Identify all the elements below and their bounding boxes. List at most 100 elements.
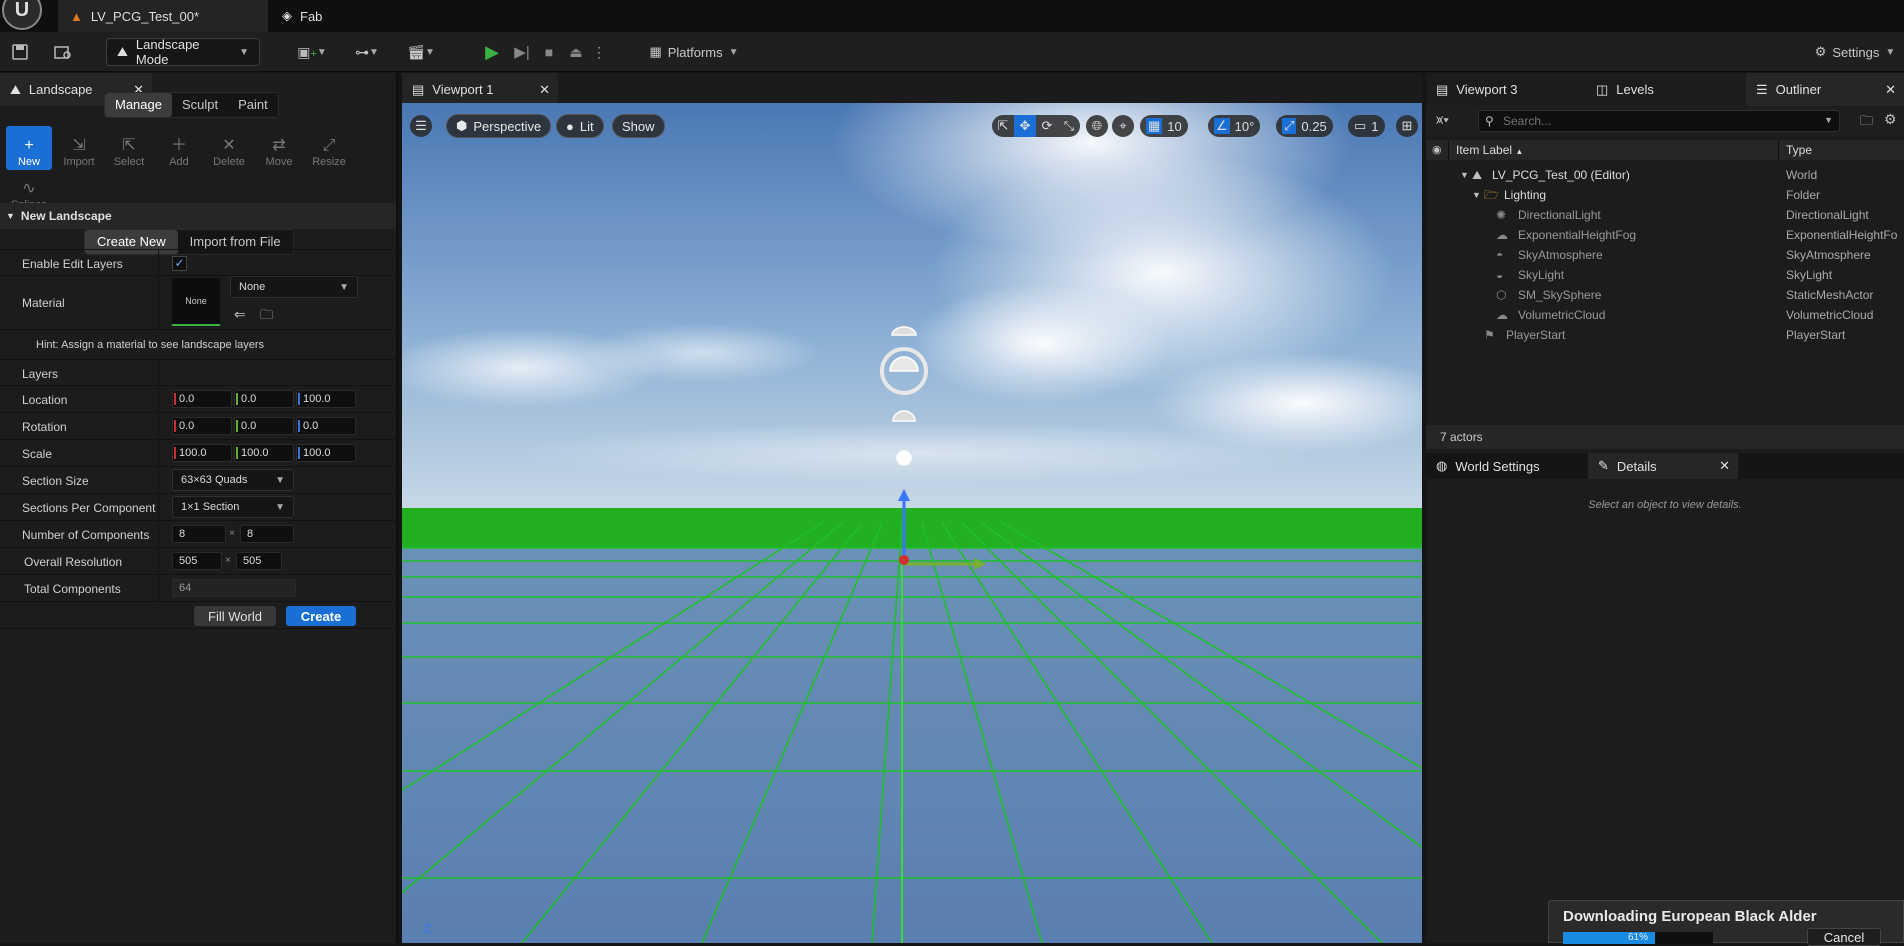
- tab-details[interactable]: ✎ Details ✕: [1588, 453, 1738, 479]
- outliner-row-world[interactable]: ▼ ⛰ LV_PCG_Test_00 (Editor) World: [1426, 165, 1904, 185]
- right-panel: ▤ Viewport 3 ◫ Levels ☰ Outliner ✕ ⩙▾ ⚲ …: [1426, 73, 1904, 943]
- outliner-row[interactable]: ✺ DirectionalLight DirectionalLight: [1426, 205, 1904, 225]
- tool-add[interactable]: ＋ Add: [156, 126, 202, 170]
- blueprint-icon[interactable]: ⊶ ▼: [348, 38, 386, 66]
- outliner-row[interactable]: ◒ SkyLight SkyLight: [1426, 265, 1904, 285]
- add-actor-icon[interactable]: ▣+ ▼: [292, 38, 332, 66]
- eye-icon[interactable]: ◉: [1432, 143, 1442, 156]
- play-options-icon[interactable]: ⋮: [592, 38, 606, 66]
- content-browser-icon[interactable]: [50, 38, 76, 66]
- world-local-icon[interactable]: 🌐︎: [1086, 115, 1108, 137]
- section-size-dropdown[interactable]: 63×63 Quads ▼: [172, 469, 294, 491]
- scale-snap-button[interactable]: ⤢ 0.25: [1276, 115, 1333, 137]
- tab-world-settings[interactable]: ◍ World Settings: [1426, 453, 1586, 479]
- sections-per-component-dropdown[interactable]: 1×1 Section ▼: [172, 496, 294, 518]
- camera-speed-button[interactable]: ▭ 1: [1348, 115, 1385, 137]
- cancel-button[interactable]: Cancel: [1807, 928, 1881, 946]
- tool-import[interactable]: ⇲ Import: [56, 126, 102, 170]
- use-selected-icon[interactable]: ⇐: [234, 306, 246, 323]
- tab-level[interactable]: ▲ LV_PCG_Test_00*: [58, 0, 268, 32]
- filter-icon[interactable]: ⩙▾: [1436, 112, 1449, 128]
- tool-move[interactable]: ⇄ Move: [256, 126, 302, 170]
- tab-fab[interactable]: ◈ Fab: [270, 0, 334, 32]
- settings-button[interactable]: ⚙ Settings ▼: [1810, 38, 1900, 66]
- resolution-y-field[interactable]: 505: [236, 552, 282, 570]
- chevron-down-icon[interactable]: ▼: [1824, 115, 1833, 125]
- rotation-z-field[interactable]: 0.0: [296, 417, 356, 435]
- enable-edit-layers-checkbox[interactable]: ✓: [172, 256, 187, 271]
- move-mode-icon[interactable]: ✥: [1014, 115, 1036, 137]
- rotate-mode-icon[interactable]: ⟳: [1036, 115, 1058, 137]
- rotation-x-field[interactable]: 0.0: [172, 417, 232, 435]
- rotation-snap-button[interactable]: ∠ 10°: [1208, 115, 1261, 137]
- scale-y-field[interactable]: 100.0: [234, 444, 294, 462]
- fill-world-button[interactable]: Fill World: [194, 606, 276, 626]
- close-icon[interactable]: ✕: [539, 82, 550, 98]
- outliner-row[interactable]: ⚑ PlayerStart PlayerStart: [1426, 325, 1904, 345]
- gear-icon[interactable]: ⚙: [1884, 111, 1897, 128]
- perspective-button[interactable]: ⬢ Perspective: [446, 114, 552, 138]
- search-input[interactable]: [1503, 113, 1803, 129]
- tab-viewport-3[interactable]: ▤ Viewport 3: [1426, 73, 1586, 106]
- search-box[interactable]: ⚲ ▼: [1478, 110, 1840, 132]
- platforms-button[interactable]: ▦ Platforms ▼: [644, 38, 744, 66]
- tab-levels[interactable]: ◫ Levels: [1586, 73, 1746, 106]
- components-x-value: 8: [179, 528, 186, 540]
- tab-manage[interactable]: Manage: [105, 93, 172, 117]
- tool-delete[interactable]: ✕ Delete: [206, 126, 252, 170]
- outliner-row[interactable]: ☁ ExponentialHeightFog ExponentialHeight…: [1426, 225, 1904, 245]
- viewport-scene[interactable]: Z ☰ ⬢ Perspective ● Lit Show ⇱ ✥ ⟳ ⤡ 🌐︎ …: [402, 103, 1422, 943]
- outliner-row-folder[interactable]: ▼ 🗁︎ Lighting Folder: [1426, 185, 1904, 205]
- outliner-row[interactable]: ◓ SkyAtmosphere SkyAtmosphere: [1426, 245, 1904, 265]
- location-z-field[interactable]: 100.0: [296, 390, 356, 408]
- scale-mode-icon[interactable]: ⤡: [1058, 115, 1080, 137]
- components-y-field[interactable]: 8: [240, 525, 294, 543]
- material-dropdown[interactable]: None ▼: [230, 276, 358, 298]
- tool-new[interactable]: + New: [6, 126, 52, 170]
- close-icon[interactable]: ✕: [1719, 458, 1730, 474]
- sort-up-icon: ▲: [1515, 147, 1524, 156]
- surface-snap-icon[interactable]: ⌖: [1112, 115, 1134, 137]
- expand-arrow-icon[interactable]: ▼: [1460, 165, 1469, 185]
- outliner-row[interactable]: ⬡ SM_SkySphere StaticMeshActor: [1426, 285, 1904, 305]
- play-icon[interactable]: ▶: [480, 38, 504, 66]
- lit-button[interactable]: ● Lit: [556, 114, 604, 138]
- material-thumbnail[interactable]: None: [172, 278, 220, 326]
- add-folder-icon[interactable]: 🗀︎: [1860, 112, 1873, 134]
- tab-sculpt[interactable]: Sculpt: [172, 93, 228, 117]
- grid-snap-button[interactable]: ▦ 10: [1140, 115, 1188, 137]
- tab-viewport-1[interactable]: ▤ Viewport 1 ✕: [402, 73, 558, 106]
- tab-paint[interactable]: Paint: [228, 93, 278, 117]
- new-landscape-header[interactable]: ▼ New Landscape: [0, 203, 396, 229]
- tab-outliner[interactable]: ☰ Outliner ✕: [1746, 73, 1904, 106]
- show-button[interactable]: Show: [612, 114, 665, 138]
- browse-icon[interactable]: 🗀︎: [260, 306, 273, 328]
- unreal-logo-icon[interactable]: U: [2, 0, 42, 30]
- cinematics-icon[interactable]: 🎬︎ ▼: [402, 38, 440, 66]
- maximize-viewport-icon[interactable]: ⊞: [1396, 115, 1418, 137]
- expand-arrow-icon[interactable]: ▼: [1472, 185, 1481, 205]
- location-x-field[interactable]: 0.0: [172, 390, 232, 408]
- tool-select[interactable]: ⇱ Select: [106, 126, 152, 170]
- save-icon[interactable]: [8, 38, 32, 66]
- eject-icon[interactable]: ⏏: [564, 38, 588, 66]
- close-icon[interactable]: ✕: [1885, 82, 1896, 98]
- hamburger-menu-icon[interactable]: ☰: [410, 115, 432, 137]
- scale-x-field[interactable]: 100.0: [172, 444, 232, 462]
- mode-selector[interactable]: ⛰ Landscape Mode ▼: [106, 37, 260, 67]
- col-type[interactable]: Type: [1786, 143, 1812, 157]
- create-button[interactable]: Create: [286, 606, 356, 626]
- select-mode-icon[interactable]: ⇱: [992, 115, 1014, 137]
- static-mesh-icon: ⬡: [1496, 288, 1507, 302]
- resolution-x-field[interactable]: 505: [172, 552, 222, 570]
- tool-resize[interactable]: ⤢ Resize: [306, 126, 352, 170]
- location-y-field[interactable]: 0.0: [234, 390, 294, 408]
- stop-icon[interactable]: ■: [538, 38, 560, 66]
- col-item-label[interactable]: Item Label ▲: [1456, 143, 1523, 157]
- download-notification: Downloading European Black Alder 61% Can…: [1548, 900, 1904, 946]
- step-icon[interactable]: ▶︎|: [510, 38, 534, 66]
- scale-z-field[interactable]: 100.0: [296, 444, 356, 462]
- outliner-row[interactable]: ☁ VolumetricCloud VolumetricCloud: [1426, 305, 1904, 325]
- components-x-field[interactable]: 8: [172, 525, 226, 543]
- rotation-y-field[interactable]: 0.0: [234, 417, 294, 435]
